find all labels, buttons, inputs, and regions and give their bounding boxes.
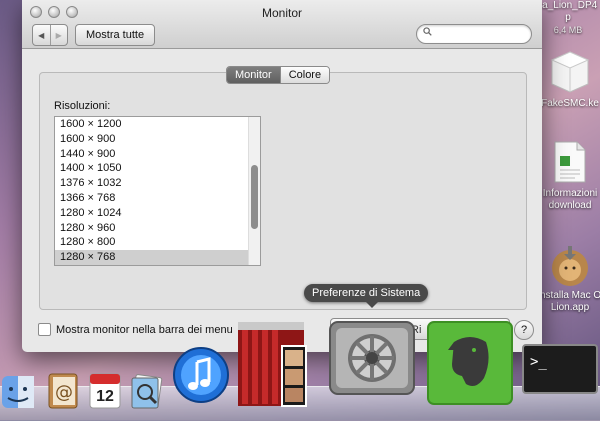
dock-item-contacts[interactable]: @ xyxy=(46,372,80,413)
finder-icon xyxy=(2,376,34,408)
tab-color[interactable]: Colore xyxy=(279,67,330,83)
monitor-preferences-window: Monitor ◀ ▶ Mostra tutte Monitor Colore … xyxy=(22,0,542,352)
resolution-row[interactable]: 1600 × 900 xyxy=(55,132,260,147)
help-button[interactable]: ? xyxy=(514,320,534,340)
desktop-item-label-line2: p xyxy=(565,12,571,23)
show-in-menubar-label: Mostra monitor nella barra dei menu xyxy=(56,323,233,336)
chevron-left-icon: ◀ xyxy=(38,30,45,40)
desktop-item-label: FakeSMC.ke xyxy=(541,98,599,109)
desktop-item-info-doc[interactable]: Informazioni download xyxy=(540,140,600,212)
desktop-item-lion-dmg[interactable]: ra_Lion_DP4 p 6,4 MB xyxy=(536,0,600,36)
dock-item-calendar[interactable]: 12 xyxy=(88,372,122,413)
resolutions-list[interactable]: 1600 × 1200 1600 × 900 1440 × 900 1400 ×… xyxy=(54,116,261,266)
show-all-button[interactable]: Mostra tutte xyxy=(75,24,156,46)
resolution-row[interactable]: 1600 × 1200 xyxy=(55,117,260,132)
package-icon xyxy=(550,51,590,93)
resolution-row[interactable]: 1440 × 900 xyxy=(55,147,260,162)
search-icon xyxy=(423,27,432,36)
resolution-row[interactable]: 1280 × 960 xyxy=(55,221,260,236)
resolution-row[interactable]: 1376 × 1032 xyxy=(55,176,260,191)
show-in-menubar-option[interactable]: Mostra monitor nella barra dei menu xyxy=(38,323,233,336)
desktop-item-label: Informazioni xyxy=(542,188,598,199)
system-preferences-icon xyxy=(329,321,415,395)
back-button[interactable]: ◀ xyxy=(33,25,50,45)
resolution-row[interactable]: 1280 × 1024 xyxy=(55,206,260,221)
back-forward-control: ◀ ▶ xyxy=(32,24,68,46)
terminal-icon: >_ xyxy=(522,344,598,394)
dock-item-evernote[interactable] xyxy=(426,320,514,409)
dock-item-photo-booth[interactable] xyxy=(236,320,308,411)
scrollbar-thumb[interactable] xyxy=(251,165,258,229)
window-title: Monitor xyxy=(261,6,302,20)
dock-tooltip-arrow xyxy=(366,302,378,308)
search-input[interactable] xyxy=(416,24,532,44)
document-icon xyxy=(554,141,586,183)
resolution-row[interactable]: 1280 × 800 xyxy=(55,235,260,250)
resolutions-label: Risoluzioni: xyxy=(54,100,111,112)
desktop-item-label-line2: Lion.app xyxy=(550,302,590,313)
show-in-menubar-checkbox[interactable] xyxy=(38,323,51,336)
dock-item-terminal[interactable]: >_ xyxy=(522,344,598,397)
evernote-icon xyxy=(427,321,513,405)
resolution-row[interactable]: 1366 × 768 xyxy=(55,191,260,206)
tab-control: Monitor Colore xyxy=(226,66,331,84)
scrollbar[interactable] xyxy=(248,117,260,265)
dock-item-itunes[interactable] xyxy=(172,346,230,407)
dock-tooltip: Preferenze di Sistema xyxy=(304,284,429,302)
dock-item-finder[interactable] xyxy=(0,374,36,413)
desktop-item-label: ra_Lion_DP4 xyxy=(538,0,598,11)
preview-icon xyxy=(131,374,163,409)
desktop-item-install-lion[interactable]: nstalla Mac O Lion.app xyxy=(540,244,600,314)
desktop-item-size: 6,4 MB xyxy=(553,25,583,35)
tab-monitor[interactable]: Monitor xyxy=(227,67,280,83)
address-book-icon: @ xyxy=(48,373,78,409)
desktop-item-label: nstalla Mac O xyxy=(540,290,600,301)
lion-installer-icon xyxy=(552,246,588,286)
svg-text:>_: >_ xyxy=(530,354,547,370)
itunes-icon xyxy=(173,347,229,403)
dock-item-preview[interactable] xyxy=(128,372,164,413)
forward-button[interactable]: ▶ xyxy=(49,25,68,45)
photo-booth-icon xyxy=(238,322,307,407)
desktop-item-fakesmc[interactable]: FakeSMC.ke xyxy=(540,48,600,110)
calendar-day: 12 xyxy=(96,388,114,405)
dock-item-system-preferences[interactable] xyxy=(328,320,416,399)
resolution-row[interactable]: 1400 × 1050 xyxy=(55,161,260,176)
desktop-item-label-line2: download xyxy=(548,200,592,211)
chevron-right-icon: ▶ xyxy=(55,30,62,40)
titlebar: Monitor ◀ ▶ Mostra tutte xyxy=(22,0,542,49)
resolution-row-selected[interactable]: 1280 × 768 xyxy=(55,250,260,265)
svg-text:@: @ xyxy=(55,382,73,403)
